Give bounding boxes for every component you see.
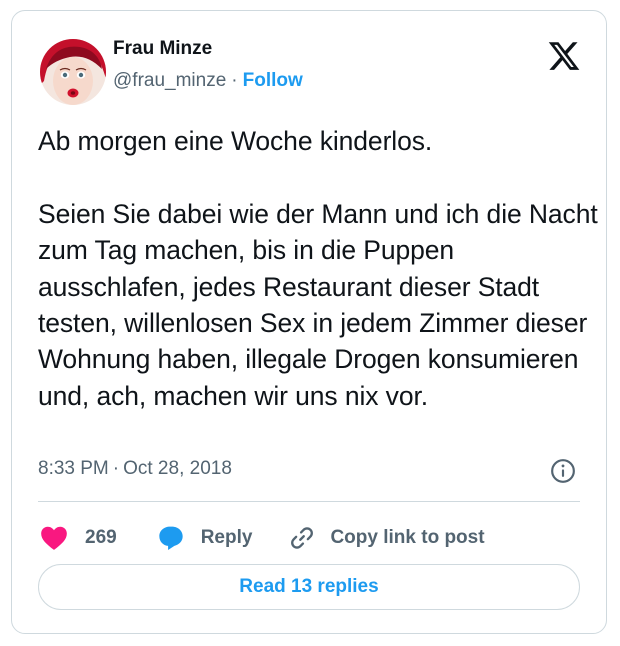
info-icon[interactable] bbox=[550, 458, 576, 484]
timestamp-separator: · bbox=[112, 458, 120, 479]
timestamp-row[interactable]: 8:33 PM · Oct 28, 2018 bbox=[38, 458, 232, 480]
divider bbox=[38, 501, 580, 502]
follow-button[interactable]: Follow bbox=[243, 70, 303, 91]
tweet-card: Frau Minze @frau_minze · Follow Ab morgen … bbox=[11, 10, 607, 634]
action-bar: 269 Reply Copy link to post bbox=[40, 516, 485, 560]
read-replies-button[interactable]: Read 13 replies bbox=[38, 564, 580, 610]
copy-link-label: Copy link to post bbox=[330, 527, 485, 548]
speech-bubble-icon bbox=[159, 526, 183, 551]
avatar-image bbox=[40, 39, 106, 105]
author-avatar[interactable] bbox=[40, 39, 106, 105]
tweet-time: 8:33 PM bbox=[38, 458, 109, 479]
handle-separator: · bbox=[231, 70, 238, 91]
heart-icon bbox=[41, 526, 67, 550]
tweet-text: Ab morgen eine Woche kinderlos. Seien Si… bbox=[38, 126, 598, 411]
copy-link-button[interactable]: Copy link to post bbox=[288, 524, 485, 552]
handle-row: @frau_minze · Follow bbox=[113, 70, 303, 92]
like-count: 269 bbox=[85, 527, 117, 548]
author-handle[interactable]: @frau_minze bbox=[113, 70, 226, 91]
like-button[interactable]: 269 bbox=[40, 525, 117, 551]
tweet-date: Oct 28, 2018 bbox=[123, 458, 232, 479]
x-logo-icon[interactable] bbox=[547, 39, 581, 73]
reply-button[interactable]: Reply bbox=[157, 524, 253, 552]
author-name[interactable]: Frau Minze bbox=[113, 38, 212, 60]
link-icon bbox=[291, 527, 314, 549]
reply-label: Reply bbox=[200, 527, 253, 548]
